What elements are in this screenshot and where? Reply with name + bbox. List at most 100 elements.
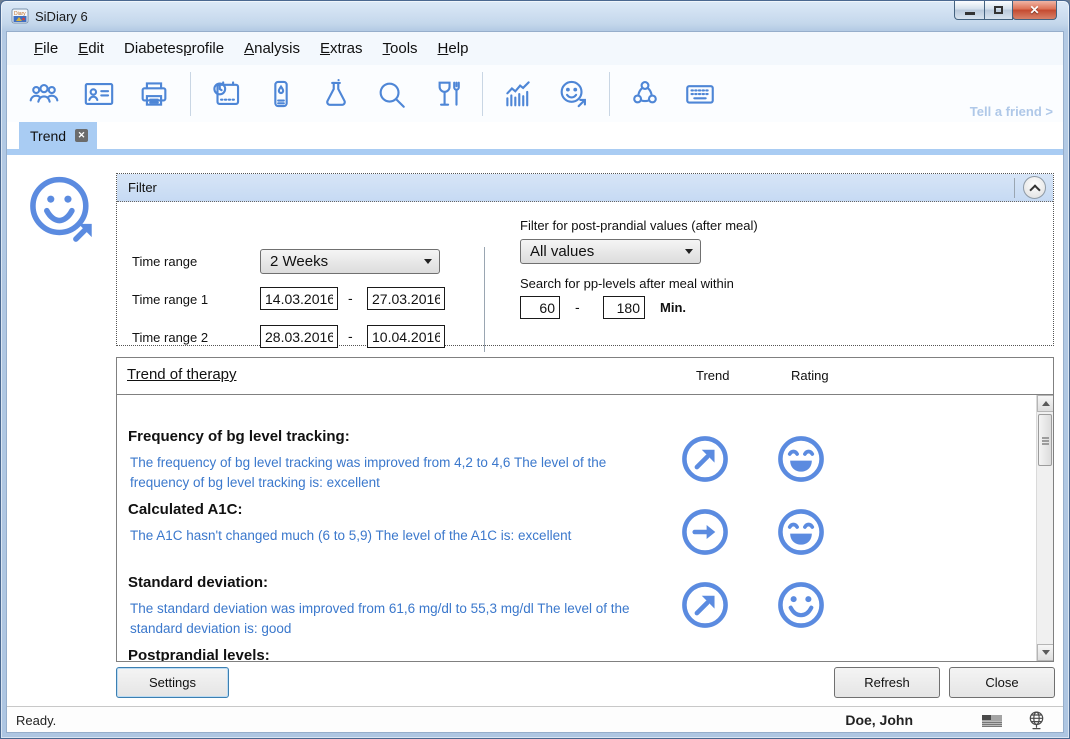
pp-filter-select[interactable]: All values (520, 239, 701, 264)
glucose-meter-icon[interactable] (258, 71, 304, 117)
time-range-1-from-input[interactable] (260, 287, 338, 310)
toolbar-separator (609, 71, 610, 116)
scroll-up-button[interactable] (1037, 395, 1053, 412)
menu-extras[interactable]: Extras (310, 36, 373, 61)
menu-edit[interactable]: Edit (68, 36, 114, 61)
pp-search-label: Search for pp-levels after meal within (520, 276, 734, 291)
svg-text:Diary: Diary (14, 11, 26, 17)
minimize-icon (964, 11, 975, 15)
pp-to-input[interactable] (603, 296, 645, 319)
chevron-down-icon (685, 249, 693, 254)
close-window-button[interactable]: ✕ (1012, 1, 1057, 20)
trend-icon-partial (679, 659, 731, 661)
menu-tools[interactable]: Tools (373, 36, 428, 61)
tab-close-icon[interactable]: ✕ (75, 129, 89, 142)
trend-of-therapy-panel: Trend of therapy Trend Rating Frequency … (116, 357, 1054, 662)
trend-row-title: Calculated A1C: (128, 501, 243, 518)
maximize-button[interactable] (984, 1, 1013, 20)
filter-panel: Filter Time range 2 Weeks Time range 1 -… (116, 173, 1054, 352)
trend-column-header: Trend (696, 368, 730, 383)
trend-row-frequency: Frequency of bg level tracking: The freq… (128, 428, 1036, 504)
patients-icon[interactable] (21, 71, 67, 117)
menu-bar: File Edit Diabetesprofile Analysis Extra… (7, 32, 1063, 65)
title-bar[interactable]: Diary SiDiary 6 ✕ (1, 1, 1069, 31)
tab-bar: Trend ✕ (7, 122, 1063, 149)
trend-row-postprandial: Postprandial levels: (128, 647, 1036, 661)
rating-column-header: Rating (791, 368, 829, 383)
collapse-button[interactable] (1023, 176, 1046, 199)
time-range-1-to-input[interactable] (367, 287, 445, 310)
trend-rows-viewport: Frequency of bg level tracking: The freq… (117, 395, 1053, 661)
trend-row-title: Standard deviation: (128, 574, 269, 591)
status-text: Ready. (16, 713, 57, 728)
range-dash: - (348, 328, 353, 344)
current-patient-name: Doe, John (845, 712, 913, 728)
search-icon[interactable] (368, 71, 414, 117)
toolbar-separator (190, 71, 191, 116)
trend-row-description: The A1C hasn't changed much (6 to 5,9) T… (130, 528, 572, 543)
close-button[interactable]: Close (949, 667, 1055, 698)
time-range-2-to-input[interactable] (367, 325, 445, 348)
menu-help[interactable]: Help (428, 36, 479, 61)
chevron-down-icon (424, 259, 432, 264)
language-flag-icon[interactable] (981, 713, 1003, 728)
pp-from-input[interactable] (520, 296, 560, 319)
trend-panel-title: Trend of therapy (127, 366, 237, 383)
minimize-button[interactable] (954, 1, 985, 20)
tell-a-friend-link[interactable]: Tell a friend > (970, 104, 1053, 119)
trend-up-icon (679, 433, 731, 485)
menu-analysis[interactable]: Analysis (234, 36, 310, 61)
filter-vertical-separator (484, 247, 485, 352)
arrow-down-icon (1041, 650, 1050, 655)
rating-icon-partial (775, 659, 827, 661)
tab-trend[interactable]: Trend ✕ (19, 122, 98, 149)
trend-row-title: Postprandial levels: (128, 647, 270, 661)
vertical-scrollbar[interactable] (1036, 395, 1053, 661)
statistics-icon[interactable] (495, 71, 541, 117)
rating-happy-icon (775, 579, 827, 631)
client-area: File Edit Diabetesprofile Analysis Extra… (6, 31, 1064, 733)
close-icon: ✕ (1029, 3, 1040, 17)
profile-card-icon[interactable] (76, 71, 122, 117)
refresh-button[interactable]: Refresh (834, 667, 940, 698)
time-range-2-label: Time range 2 (132, 330, 209, 345)
time-range-1-label: Time range 1 (132, 292, 209, 307)
trend-row-description: The frequency of bg level tracking was i… (130, 455, 607, 490)
app-icon: Diary (11, 8, 29, 24)
time-range-select[interactable]: 2 Weeks (260, 249, 440, 274)
trend-row-description: The standard deviation was improved from… (130, 601, 630, 636)
filter-panel-header: Filter (117, 174, 1053, 202)
rating-very-happy-icon (775, 506, 827, 558)
arrow-up-icon (1041, 401, 1050, 406)
app-window: Diary SiDiary 6 ✕ File Edit Diabetesprof… (0, 0, 1070, 739)
trend-row-a1c: Calculated A1C: The A1C hasn't changed m… (128, 501, 1036, 577)
diary-calendar-icon[interactable] (203, 71, 249, 117)
toolbar-separator (482, 71, 483, 116)
menu-file[interactable]: File (24, 36, 68, 61)
time-range-2-from-input[interactable] (260, 325, 338, 348)
settings-button[interactable]: Settings (116, 667, 229, 698)
pp-unit-label: Min. (660, 300, 686, 315)
trend-up-icon (679, 579, 731, 631)
lab-flask-icon[interactable] (313, 71, 359, 117)
pp-filter-label: Filter for post-prandial values (after m… (520, 218, 758, 233)
scrollbar-thumb[interactable] (1038, 414, 1052, 466)
sync-icon[interactable] (622, 71, 668, 117)
header-separator (1014, 178, 1015, 198)
trend-smiley-icon[interactable] (550, 71, 596, 117)
window-title: Diary SiDiary 6 (11, 8, 88, 24)
status-bar: Ready. Doe, John (7, 706, 1063, 732)
tab-label: Trend (30, 127, 67, 144)
menu-diabetesprofile[interactable]: Diabetesprofile (114, 36, 234, 61)
nutrition-icon[interactable] (423, 71, 469, 117)
range-dash: - (575, 299, 580, 315)
trend-row-title: Frequency of bg level tracking: (128, 428, 350, 445)
filter-title: Filter (128, 180, 157, 195)
keyboard-icon[interactable] (677, 71, 723, 117)
online-globe-icon[interactable] (1026, 710, 1047, 731)
tab-strip (7, 149, 1063, 155)
trend-feature-icon (25, 173, 99, 247)
scroll-down-button[interactable] (1037, 644, 1053, 661)
chevron-up-icon (1028, 183, 1041, 196)
print-icon[interactable] (131, 71, 177, 117)
